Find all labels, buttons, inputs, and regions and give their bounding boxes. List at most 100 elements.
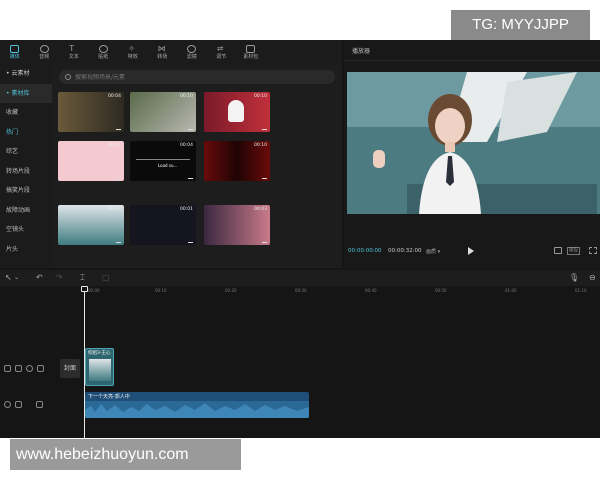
sidebar-item-glitch[interactable]: 故障动画	[0, 201, 52, 221]
tool-audio[interactable]: 音频	[30, 40, 60, 64]
audio-track-icon[interactable]	[4, 401, 11, 408]
player-controls: 00:00:00:00 00:00:32:00 画质 ▾ 适应	[344, 240, 600, 262]
ruler-tick: 00:50	[435, 288, 447, 293]
download-icon[interactable]	[262, 238, 267, 243]
ruler-tick: 01:10	[575, 288, 587, 293]
download-icon[interactable]	[116, 125, 121, 130]
timeline-toolbar: ↖ ⌄ ↶ ↷ ⌶ ▢ 🎙 ⊖	[0, 270, 600, 286]
ratio-button[interactable]: 适应	[567, 247, 580, 255]
text-icon: T	[69, 43, 75, 53]
sidebar-item-empty-shots[interactable]: 空镜头	[0, 220, 52, 240]
sidebar-item-library[interactable]: • 素材库	[0, 83, 52, 103]
search-bar[interactable]	[59, 70, 335, 84]
sidebar-item-transition-clips[interactable]: 转场片段	[0, 162, 52, 182]
lock-icon[interactable]	[15, 365, 22, 372]
speaker-icon[interactable]	[37, 365, 44, 372]
timeline-tracks: 封面 综组3-王心 下一个天亮-郭人中	[0, 296, 600, 438]
media-thumb[interactable]: 00:03	[58, 205, 124, 245]
media-icon	[10, 44, 20, 53]
sidebar-item-favorites[interactable]: 收藏	[0, 103, 52, 123]
clip-thumbnail	[89, 359, 111, 381]
download-icon[interactable]	[188, 125, 193, 130]
playhead[interactable]	[84, 286, 85, 438]
video-track-controls	[4, 365, 44, 372]
ruler-tick: 00:00	[88, 288, 100, 293]
player-title: 播放器	[352, 48, 371, 55]
play-icon[interactable]	[468, 247, 474, 255]
zoom-out-icon[interactable]: ⊖	[589, 274, 596, 282]
adjust-icon: ⇌	[216, 43, 224, 53]
eye-icon[interactable]	[26, 365, 33, 372]
preview-frame	[347, 72, 600, 214]
filter-icon	[187, 44, 197, 53]
fullscreen-icon[interactable]	[589, 247, 597, 254]
search-icon	[65, 74, 71, 80]
ruler-tick: 00:10	[155, 288, 167, 293]
tool-effects[interactable]: ✧ 特效	[118, 40, 148, 64]
current-time: 00:00:00:00	[348, 248, 382, 254]
download-icon[interactable]	[262, 174, 267, 179]
download-icon[interactable]	[188, 174, 193, 179]
media-thumb[interactable]: 00:10	[130, 92, 196, 132]
tool-text[interactable]: T 文本	[59, 40, 89, 64]
sticker-icon	[98, 44, 108, 53]
sidebar-item-funny-clips[interactable]: 搞笑片段	[0, 181, 52, 201]
split-icon[interactable]: ⌶	[80, 274, 85, 282]
audio-track-controls	[4, 401, 43, 408]
tool-adjust[interactable]: ⇌ 调节	[207, 40, 237, 64]
screenshot-icon[interactable]	[554, 247, 562, 254]
undo-icon[interactable]: ↶	[36, 274, 43, 282]
tool-media[interactable]: 媒体	[0, 40, 30, 64]
tool-transition[interactable]: ⋈ 转场	[148, 40, 178, 64]
download-icon[interactable]	[116, 174, 121, 179]
sidebar-item-cloud[interactable]: • 云素材	[0, 64, 52, 84]
ruler-tick: 00:40	[365, 288, 377, 293]
watermark-top: TG: MYYJJPP	[451, 10, 590, 40]
media-thumb[interactable]: 00:10	[204, 92, 270, 132]
microphone-icon[interactable]: 🎙	[569, 274, 579, 282]
track-cover-icon[interactable]	[4, 365, 11, 372]
transition-icon: ⋈	[157, 43, 166, 53]
lock-icon[interactable]	[15, 401, 22, 408]
cover-button[interactable]: 封面	[60, 359, 80, 378]
search-input[interactable]	[75, 73, 315, 81]
quality-dropdown[interactable]: 画质 ▾	[426, 248, 440, 255]
tool-package[interactable]: 素材包	[236, 40, 266, 64]
media-thumb[interactable]: 00:04 Load su...	[130, 141, 196, 181]
download-icon[interactable]	[188, 238, 193, 243]
media-library-panel: 00:04 00:10 00:10 00:04 00:04 Load su...…	[52, 64, 342, 268]
media-thumb[interactable]: 00:04	[58, 92, 124, 132]
watermark-bottom: www.hebeizhuoyun.com	[10, 439, 241, 470]
ruler-tick: 00:30	[295, 288, 307, 293]
ruler-tick: 01:00	[505, 288, 517, 293]
sidebar-item-variety[interactable]: 综艺	[0, 142, 52, 162]
category-toolbar: 媒体 音频 T 文本 贴纸 ✧ 特效 ⋈ 转场 滤镜 ⇌ 调节 素材包	[0, 40, 342, 64]
audio-icon	[39, 44, 49, 53]
effects-icon: ✧	[128, 43, 135, 53]
media-thumb[interactable]: 00:03	[204, 205, 270, 245]
audio-clip[interactable]: 下一个天亮-郭人中	[85, 392, 309, 418]
media-thumb[interactable]: 00:04	[58, 141, 124, 181]
total-time: 00:00:32:00	[388, 248, 422, 254]
timeline-ruler[interactable]: 00:00 00:10 00:20 00:30 00:40 00:50 01:0…	[0, 286, 600, 296]
media-thumb[interactable]: 00:01	[130, 205, 196, 245]
playhead-handle[interactable]	[81, 286, 88, 292]
tool-filter[interactable]: 滤镜	[177, 40, 207, 64]
video-clip[interactable]: 综组3-王心	[85, 348, 114, 386]
package-icon	[246, 44, 256, 53]
download-icon[interactable]	[116, 238, 121, 243]
download-icon[interactable]	[262, 125, 267, 130]
video-preview[interactable]	[347, 72, 600, 214]
video-editor-window: 媒体 音频 T 文本 贴纸 ✧ 特效 ⋈ 转场 滤镜 ⇌ 调节 素材包 • 云素材 • …	[0, 40, 600, 438]
media-sidebar: • 云素材 • 素材库 收藏 热门 综艺 转场片段 搞笑片段 故障动画 空镜头 …	[0, 64, 52, 268]
media-thumb[interactable]: 00:10	[204, 141, 270, 181]
select-tool-icon[interactable]: ↖	[5, 274, 12, 282]
sidebar-item-intro[interactable]: 片头	[0, 240, 52, 260]
delete-icon[interactable]: ▢	[102, 274, 110, 282]
chevron-down-icon[interactable]: ⌄	[14, 274, 19, 282]
tool-sticker[interactable]: 贴纸	[89, 40, 119, 64]
sidebar-item-hot[interactable]: 热门	[0, 123, 52, 143]
player-panel: 播放器 00:00:00:00 00:00:32:00 画质 ▾ 适应	[344, 40, 600, 268]
redo-icon[interactable]: ↷	[56, 274, 63, 282]
speaker-icon[interactable]	[36, 401, 43, 408]
